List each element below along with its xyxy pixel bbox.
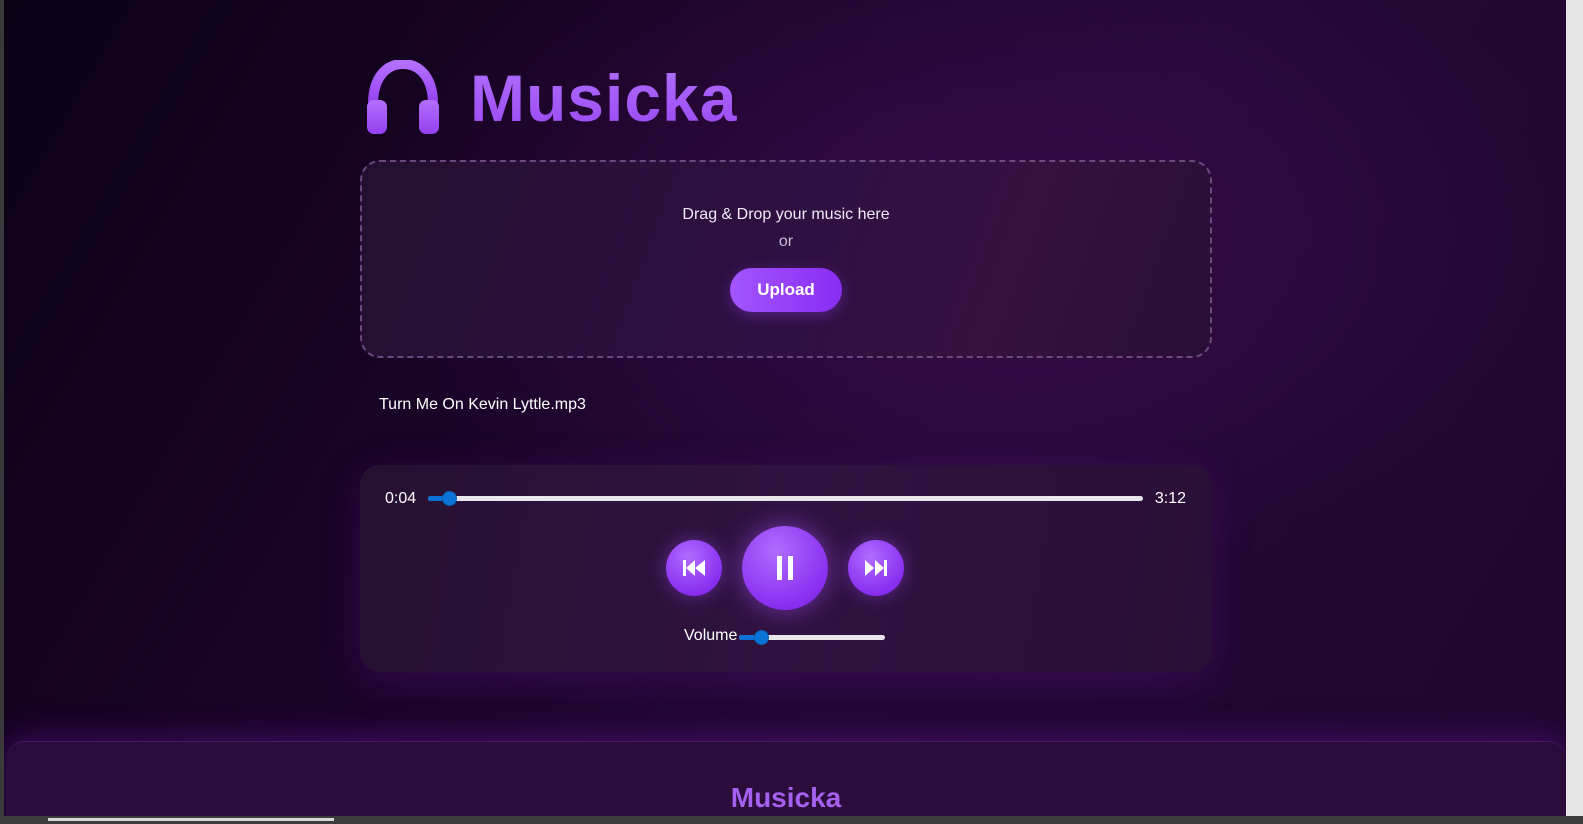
volume-label: Volume <box>684 627 738 644</box>
seek-slider[interactable] <box>428 491 1143 506</box>
volume-handle[interactable] <box>753 630 769 645</box>
taskbar-indicator <box>48 818 334 821</box>
footer: Musicka <box>6 741 1566 824</box>
skip-next-icon <box>865 560 887 576</box>
footer-title: Musicka <box>730 782 842 813</box>
previous-button[interactable] <box>666 540 722 596</box>
or-separator: or <box>778 233 794 250</box>
duration-time: 3:12 <box>1154 490 1186 507</box>
next-button[interactable] <box>848 540 904 596</box>
current-time: 0:04 <box>385 490 417 507</box>
play-pause-button[interactable] <box>742 526 828 610</box>
headphones-icon <box>367 60 439 134</box>
skip-previous-icon <box>683 560 705 576</box>
volume-slider[interactable] <box>739 630 885 645</box>
drop-instructions: Drag & Drop your music here <box>682 206 890 223</box>
pause-icon <box>777 556 793 580</box>
player-card: 0:04 3:12 Volume <box>360 465 1212 672</box>
window-left-edge <box>0 0 4 824</box>
track-name: Turn Me On Kevin Lyttle.mp3 <box>379 396 586 413</box>
drop-zone[interactable]: Drag & Drop your music here or Upload <box>360 160 1212 358</box>
app-background <box>0 0 1583 824</box>
window-scrollbar-track[interactable] <box>1566 0 1583 824</box>
window-bottom-bar <box>0 816 1583 824</box>
upload-button[interactable]: Upload <box>730 268 842 312</box>
brand-header: Musicka <box>366 58 737 138</box>
seek-handle[interactable] <box>442 491 458 506</box>
app-title: Musicka <box>470 61 738 135</box>
